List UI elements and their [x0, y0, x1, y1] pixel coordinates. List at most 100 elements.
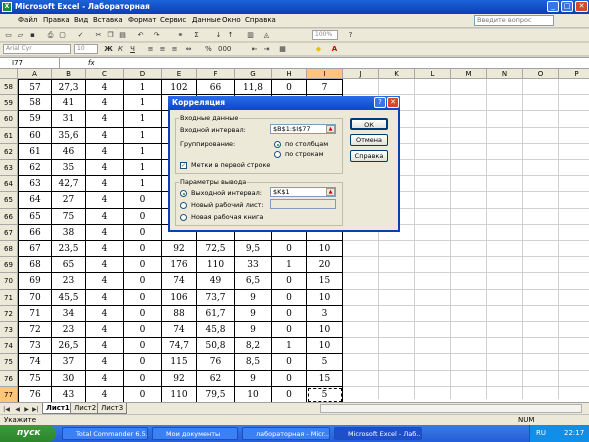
table-cell[interactable]: 9,5 — [235, 241, 272, 258]
table-cell[interactable]: 4 — [86, 79, 124, 96]
table-cell[interactable]: 75 — [52, 208, 86, 225]
column-header[interactable]: E — [162, 69, 197, 79]
table-cell[interactable]: 9 — [235, 305, 272, 322]
table-cell[interactable]: 0 — [272, 79, 307, 96]
table-cell[interactable]: 76 — [18, 386, 52, 402]
table-cell[interactable]: 4 — [86, 289, 124, 306]
table-cell[interactable]: 4 — [86, 143, 124, 160]
table-cell[interactable]: 1 — [124, 176, 162, 193]
table-cell[interactable]: 0 — [272, 305, 307, 322]
table-cell[interactable]: 23,5 — [52, 241, 86, 258]
row-header[interactable]: 66 — [0, 208, 18, 225]
column-header[interactable]: G — [235, 69, 272, 79]
labels-first-row-checkbox[interactable]: ✓ — [180, 162, 187, 169]
table-cell[interactable]: 50,8 — [197, 338, 235, 355]
table-cell[interactable]: 0 — [124, 386, 162, 402]
horizontal-scrollbar[interactable] — [320, 404, 582, 413]
new-file-icon[interactable]: ▭ — [4, 31, 13, 40]
menu-format[interactable]: Формат — [128, 16, 156, 24]
table-cell[interactable]: 0 — [124, 224, 162, 241]
task-my-documents[interactable]: Мои документы — [152, 427, 238, 440]
table-cell[interactable]: 0 — [124, 257, 162, 274]
drawing-icon[interactable]: ◬ — [262, 31, 271, 40]
autosum-icon[interactable]: Σ — [192, 31, 201, 40]
table-cell[interactable]: 10 — [307, 338, 343, 355]
row-header[interactable]: 60 — [0, 111, 18, 128]
table-cell[interactable]: 1 — [124, 79, 162, 96]
row-header[interactable]: 76 — [0, 370, 18, 387]
by-columns-radio[interactable] — [274, 141, 281, 148]
chart-wizard-icon[interactable]: ▥ — [246, 31, 255, 40]
table-cell[interactable]: 0 — [124, 273, 162, 290]
table-cell[interactable]: 10 — [307, 289, 343, 306]
table-cell[interactable]: 9 — [235, 289, 272, 306]
table-cell[interactable]: 79,5 — [197, 386, 235, 402]
table-cell[interactable]: 11,8 — [235, 79, 272, 96]
table-cell[interactable]: 27,3 — [52, 79, 86, 96]
table-cell[interactable]: 0 — [272, 241, 307, 258]
table-cell[interactable]: 8,5 — [235, 354, 272, 371]
column-header[interactable]: O — [523, 69, 559, 79]
table-cell[interactable]: 176 — [162, 257, 197, 274]
table-cell[interactable]: 0 — [272, 386, 307, 402]
tab-sheet3[interactable]: Лист3 — [97, 403, 128, 414]
task-excel[interactable]: Microsoft Excel - Лаб... — [334, 427, 422, 440]
table-cell[interactable]: 74 — [162, 273, 197, 290]
zoom-select[interactable]: 100% — [312, 30, 338, 40]
row-header[interactable]: 73 — [0, 322, 18, 339]
row-header[interactable]: 77 — [0, 386, 18, 402]
percent-icon[interactable]: % — [204, 45, 213, 54]
table-cell[interactable]: 20 — [307, 257, 343, 274]
column-header[interactable]: F — [197, 69, 235, 79]
font-select[interactable]: Arial Cyr — [3, 44, 71, 54]
column-header[interactable]: K — [379, 69, 415, 79]
table-cell[interactable]: 1 — [124, 111, 162, 128]
task-total-commander[interactable]: Total Commander 6.5... — [62, 427, 148, 440]
table-cell[interactable]: 5 — [307, 386, 343, 402]
table-cell[interactable]: 92 — [162, 241, 197, 258]
table-cell[interactable]: 45,5 — [52, 289, 86, 306]
table-cell[interactable]: 92 — [162, 370, 197, 387]
table-cell[interactable]: 49 — [197, 273, 235, 290]
table-cell[interactable]: 115 — [162, 354, 197, 371]
table-cell[interactable]: 68 — [18, 257, 52, 274]
name-box[interactable]: I77 — [0, 58, 60, 68]
table-cell[interactable]: 102 — [162, 79, 197, 96]
save-icon[interactable]: ▪ — [28, 31, 37, 40]
row-header[interactable]: 72 — [0, 305, 18, 322]
table-cell[interactable]: 110 — [197, 257, 235, 274]
table-cell[interactable]: 9 — [235, 370, 272, 387]
sort-desc-icon[interactable]: ↑ — [226, 31, 235, 40]
table-cell[interactable]: 9 — [235, 322, 272, 339]
table-cell[interactable]: 31 — [52, 111, 86, 128]
table-cell[interactable]: 71 — [18, 305, 52, 322]
borders-icon[interactable]: ▦ — [278, 45, 287, 54]
row-header[interactable]: 69 — [0, 257, 18, 274]
row-header[interactable]: 70 — [0, 273, 18, 290]
table-cell[interactable]: 0 — [272, 289, 307, 306]
table-cell[interactable]: 10 — [235, 386, 272, 402]
table-cell[interactable]: 4 — [86, 127, 124, 144]
table-cell[interactable]: 0 — [124, 305, 162, 322]
table-cell[interactable]: 6,5 — [235, 273, 272, 290]
table-cell[interactable]: 0 — [272, 322, 307, 339]
table-cell[interactable]: 70 — [18, 289, 52, 306]
help-button[interactable]: Справка — [350, 150, 388, 162]
table-cell[interactable]: 4 — [86, 305, 124, 322]
open-folder-icon[interactable]: ▱ — [16, 31, 25, 40]
prev-sheet-icon[interactable]: ◀ — [13, 405, 22, 414]
table-cell[interactable]: 4 — [86, 224, 124, 241]
table-cell[interactable]: 4 — [86, 111, 124, 128]
row-header[interactable]: 75 — [0, 354, 18, 371]
table-cell[interactable]: 4 — [86, 257, 124, 274]
new-sheet-radio[interactable] — [180, 202, 187, 209]
column-header[interactable]: N — [487, 69, 523, 79]
table-cell[interactable]: 0 — [124, 208, 162, 225]
row-header[interactable]: 71 — [0, 289, 18, 306]
table-cell[interactable]: 4 — [86, 192, 124, 209]
table-cell[interactable]: 76 — [197, 354, 235, 371]
increase-indent-icon[interactable]: ⇥ — [262, 45, 271, 54]
align-center-icon[interactable]: ≡ — [158, 45, 167, 54]
fill-color-icon[interactable]: ◆ — [314, 45, 323, 54]
bold-icon[interactable]: Ж — [104, 45, 113, 54]
